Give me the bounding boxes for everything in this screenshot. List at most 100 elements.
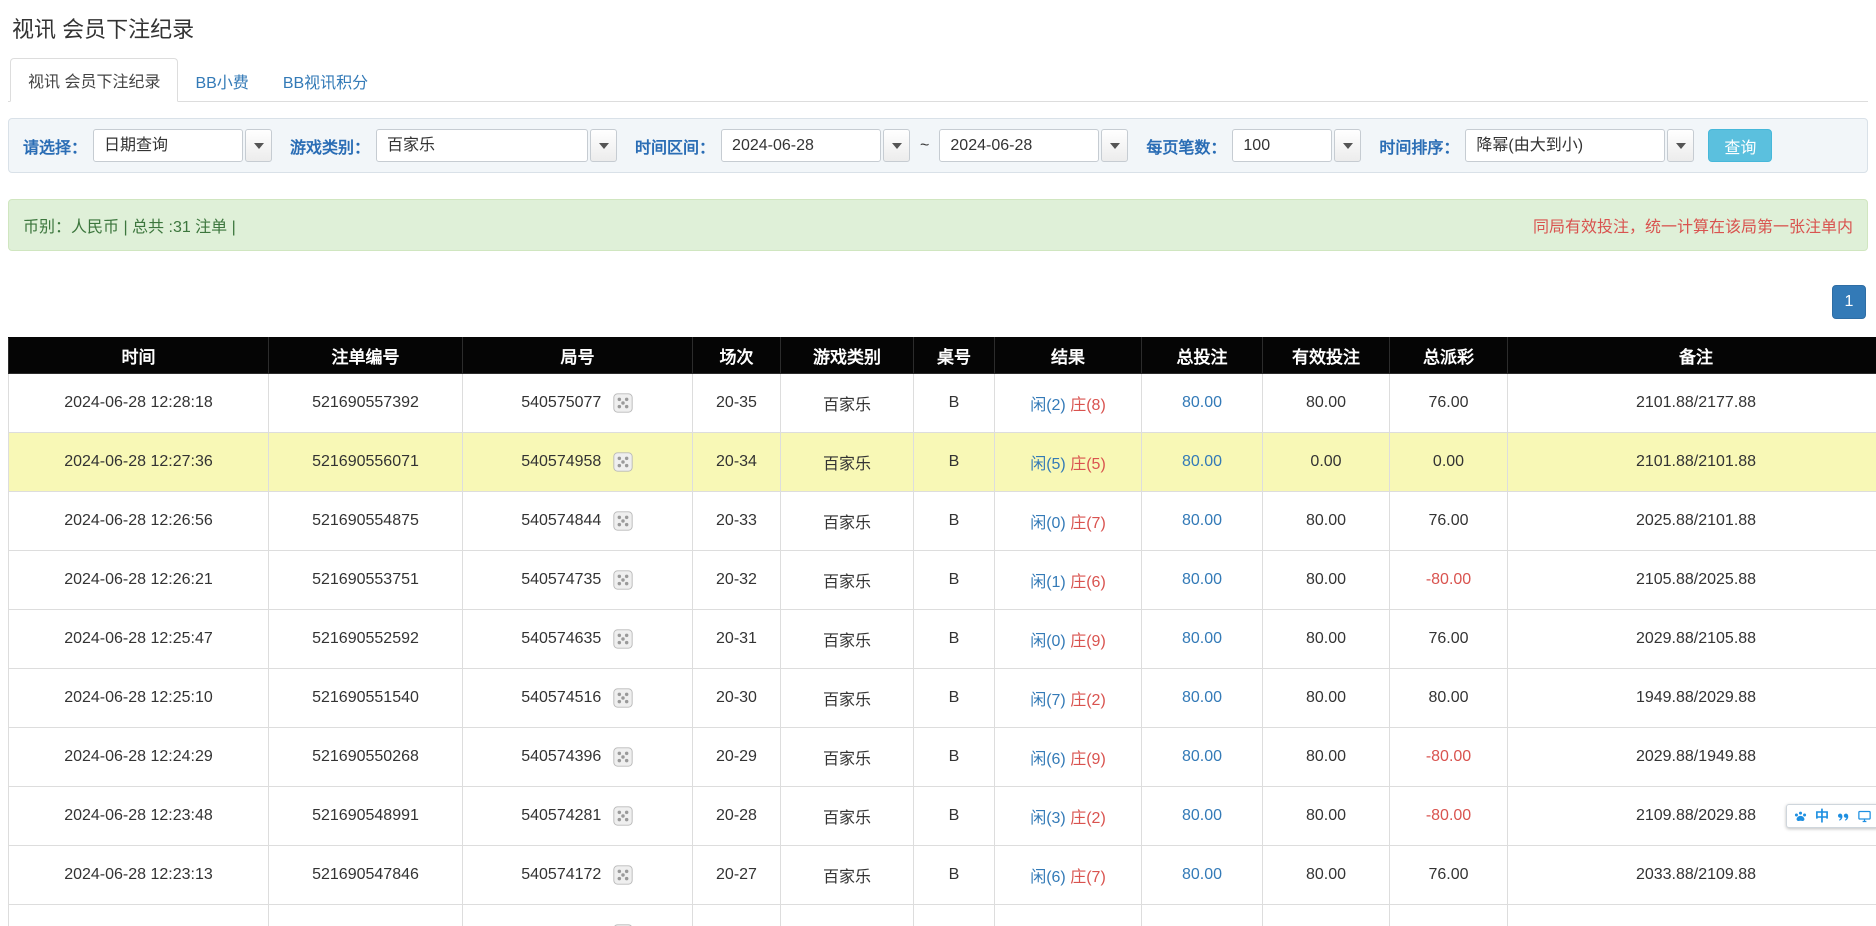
monitor-icon[interactable] [1857, 809, 1872, 824]
search-button[interactable]: 查询 [1708, 129, 1772, 162]
remark-text: 2101.88/2177.88 [1636, 394, 1756, 411]
cell-total-bet: 80.00 [1142, 669, 1263, 728]
table-row: 2024-06-28 12:25:10 521690551540 5405745… [9, 669, 1876, 728]
cell-payout: 76.00 [1390, 374, 1508, 433]
cell-payout: 76.00 [1390, 610, 1508, 669]
cell-total-bet: 80.00 [1142, 492, 1263, 551]
table-row: 2024-06-28 12:22:39 521690546777 5405740… [9, 905, 1876, 926]
result-banker: 庄(5) [1070, 456, 1106, 473]
cell-bet-id: 521690548991 [269, 787, 463, 846]
page: 视讯 会员下注纪录 视讯 会员下注纪录 BB小费 BB视讯积分 请选择： 日期查… [0, 0, 1876, 926]
header-result: 结果 [995, 338, 1142, 374]
remark-text: 2025.88/2101.88 [1636, 512, 1756, 529]
cell-bet-id: 521690554875 [269, 492, 463, 551]
dice-replay-icon[interactable] [612, 746, 634, 768]
cell-game-type: 百家乐 [781, 846, 914, 905]
table-row: 2024-06-28 12:28:18 521690557392 5405750… [9, 374, 1876, 433]
dice-replay-icon[interactable] [612, 687, 634, 709]
cell-round-id: 540574844 [463, 492, 693, 551]
quote-icon[interactable] [1836, 809, 1850, 823]
extension-toolbar[interactable]: 中 [1786, 804, 1876, 828]
cell-time: 2024-06-28 12:23:13 [9, 846, 269, 905]
cell-result: 闲(2) 庄(8) [995, 374, 1142, 433]
total-bet-link[interactable]: 80.00 [1182, 689, 1222, 706]
cell-session: 20-33 [693, 492, 781, 551]
dice-replay-icon[interactable] [612, 510, 634, 532]
chevron-down-icon[interactable] [1667, 129, 1694, 162]
cell-remark: 1957.88/2033.88 [1508, 905, 1876, 926]
tab-bb-video-points[interactable]: BB视讯积分 [266, 60, 385, 102]
cell-session: 20-28 [693, 787, 781, 846]
total-bet-link[interactable]: 80.00 [1182, 748, 1222, 765]
total-bet-link[interactable]: 80.00 [1182, 453, 1222, 470]
query-type-select[interactable]: 日期查询 [93, 129, 272, 162]
date-range-label: 时间区间： [635, 134, 715, 158]
chevron-down-icon[interactable] [883, 129, 910, 162]
chevron-down-icon[interactable] [1334, 129, 1361, 162]
total-bet-link[interactable]: 80.00 [1182, 866, 1222, 883]
page-1-button[interactable]: 1 [1832, 285, 1866, 319]
cell-valid-bet: 80.00 [1263, 551, 1390, 610]
chevron-down-icon[interactable] [245, 129, 272, 162]
table-row: 2024-06-28 12:26:21 521690553751 5405747… [9, 551, 1876, 610]
cell-total-bet: 80.00 [1142, 728, 1263, 787]
date-to-value[interactable]: 2024-06-28 [939, 129, 1099, 162]
cell-bet-id: 521690550268 [269, 728, 463, 787]
pagination: 1 [8, 285, 1868, 319]
dice-replay-icon[interactable] [612, 569, 634, 591]
dice-replay-icon[interactable] [612, 451, 634, 473]
cell-game-type: 百家乐 [781, 492, 914, 551]
records-table-wrap: 时间 注单编号 局号 场次 游戏类别 桌号 结果 总投注 有效投注 总派彩 备注… [8, 337, 1868, 926]
total-bet-link[interactable]: 80.00 [1182, 630, 1222, 647]
page-size-select[interactable]: 100 [1232, 129, 1361, 162]
round-id-text: 540574516 [521, 689, 601, 706]
cell-time: 2024-06-28 12:22:39 [9, 905, 269, 926]
dice-replay-icon[interactable] [612, 628, 634, 650]
remark-text: 1949.88/2029.88 [1636, 689, 1756, 706]
round-id-text: 540574281 [521, 807, 601, 824]
cell-result: 闲(7) 庄(9) [995, 905, 1142, 926]
cell-game-type: 百家乐 [781, 787, 914, 846]
cell-game-type: 百家乐 [781, 374, 914, 433]
cell-session: 20-26 [693, 905, 781, 926]
cell-game-type: 百家乐 [781, 728, 914, 787]
dice-replay-icon[interactable] [612, 392, 634, 414]
page-size-value[interactable]: 100 [1232, 129, 1332, 162]
translate-zhong-icon[interactable]: 中 [1815, 808, 1829, 824]
round-id-text: 540574172 [521, 866, 601, 883]
game-type-value[interactable]: 百家乐 [376, 129, 588, 162]
query-type-value[interactable]: 日期查询 [93, 129, 243, 162]
cell-valid-bet: 80.00 [1263, 905, 1390, 926]
cell-valid-bet: 0.00 [1263, 433, 1390, 492]
total-bet-link[interactable]: 80.00 [1182, 512, 1222, 529]
date-from-value[interactable]: 2024-06-28 [721, 129, 881, 162]
dice-replay-icon[interactable] [612, 864, 634, 886]
total-bet-link[interactable]: 80.00 [1182, 571, 1222, 588]
cell-payout: -80.00 [1390, 728, 1508, 787]
date-to-select[interactable]: 2024-06-28 [939, 129, 1128, 162]
filter-bar: 请选择： 日期查询 游戏类别： 百家乐 时间区间： 2024-06-28 ~ 2… [8, 118, 1868, 173]
game-type-select[interactable]: 百家乐 [376, 129, 617, 162]
cell-payout: -80.00 [1390, 787, 1508, 846]
tab-bb-tips[interactable]: BB小费 [178, 60, 265, 102]
cell-round-id: 540574635 [463, 610, 693, 669]
chevron-down-icon[interactable] [1101, 129, 1128, 162]
paw-icon[interactable] [1793, 809, 1808, 824]
total-bet-link[interactable]: 80.00 [1182, 394, 1222, 411]
cell-remark: 2025.88/2101.88 [1508, 492, 1876, 551]
cell-result: 闲(7) 庄(2) [995, 669, 1142, 728]
cell-table-no: B [914, 846, 995, 905]
chevron-down-icon[interactable] [590, 129, 617, 162]
time-sort-select[interactable]: 降幂(由大到小) [1465, 129, 1694, 162]
cell-session: 20-34 [693, 433, 781, 492]
cell-total-bet: 80.00 [1142, 610, 1263, 669]
total-bet-link[interactable]: 80.00 [1182, 807, 1222, 824]
time-sort-value[interactable]: 降幂(由大到小) [1465, 129, 1665, 162]
dice-replay-icon[interactable] [612, 805, 634, 827]
cell-result: 闲(5) 庄(5) [995, 433, 1142, 492]
tab-betting-records[interactable]: 视讯 会员下注纪录 [10, 58, 178, 102]
date-from-select[interactable]: 2024-06-28 [721, 129, 910, 162]
cell-remark: 2029.88/1949.88 [1508, 728, 1876, 787]
table-row: 2024-06-28 12:26:56 521690554875 5405748… [9, 492, 1876, 551]
cell-game-type: 百家乐 [781, 669, 914, 728]
